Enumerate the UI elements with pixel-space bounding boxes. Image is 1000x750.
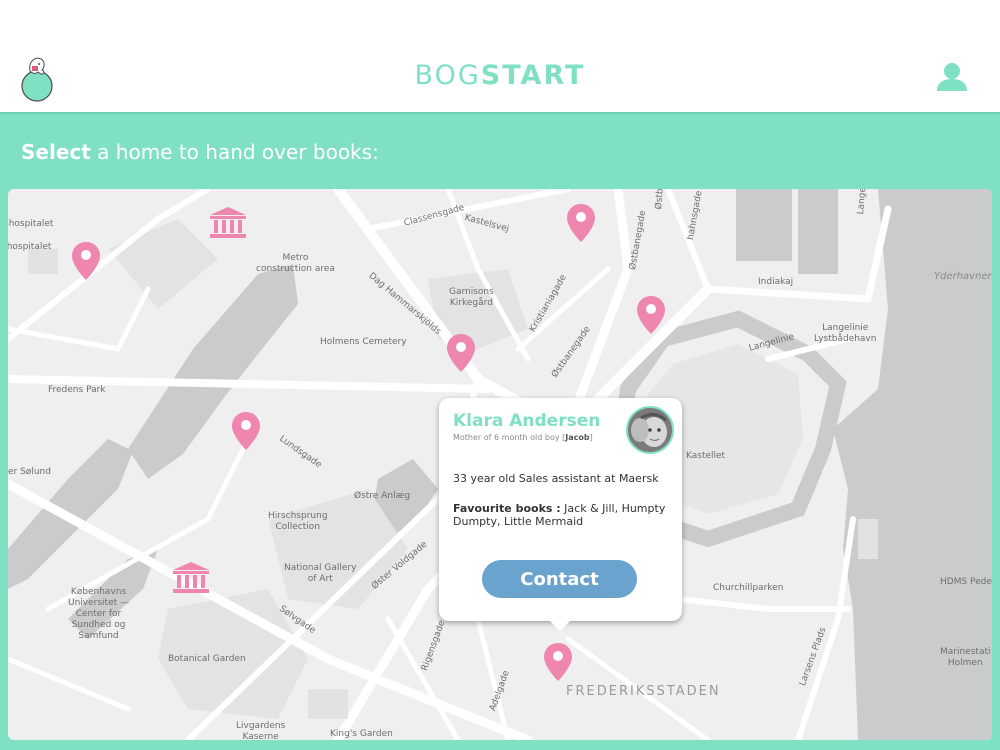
title-bold: START <box>480 60 586 91</box>
museum-icon[interactable] <box>171 561 211 595</box>
label-indiakaj: Indiakaj <box>758 277 794 287</box>
label-national-gallery: National Gallery of Art <box>284 563 357 584</box>
app-header: BOGSTART <box>0 0 1000 114</box>
label-kings: King's Garden <box>330 729 393 739</box>
label-kobenhavns: Københavns Universitet — Center for Sund… <box>68 587 130 641</box>
home-pin-icon[interactable] <box>71 241 101 281</box>
label-ostre-anlaeg: Østre Anlæg <box>354 491 411 501</box>
label-livgardens: Livgardens Kaserne <box>236 721 286 740</box>
label-hospital1: shospitalet <box>8 219 54 229</box>
select-home-prompt: Select a home to hand over books: <box>21 140 379 164</box>
favourite-books-label: Favourite books : <box>453 502 561 515</box>
label-marinestation: Marinestati Holmen <box>940 647 991 668</box>
label-yderhavnen: Yderhavnen <box>934 271 992 282</box>
home-pin-icon[interactable] <box>636 295 666 335</box>
host-subtitle: Mother of 6 month old boy [Jacob] <box>453 433 593 442</box>
host-info-popup: Klara Andersen Mother of 6 month old boy… <box>439 398 682 621</box>
museum-icon[interactable] <box>208 206 248 240</box>
title-light: BOG <box>414 60 481 91</box>
host-subtitle-prefix: Mother of 6 month old boy [ <box>453 433 566 442</box>
user-icon[interactable] <box>934 60 970 94</box>
label-metro: Metro construction area <box>256 253 335 274</box>
label-churchill: Churchillparken <box>713 583 784 593</box>
label-fredens: Fredens Park <box>48 385 106 395</box>
label-botanical: Botanical Garden <box>168 654 246 664</box>
home-pin-icon[interactable] <box>231 411 261 451</box>
label-soelund: er Sølund <box>8 467 51 477</box>
selected-home-pin-icon[interactable] <box>543 642 573 682</box>
prompt-rest: a home to hand over books: <box>90 140 379 164</box>
label-langelinie: Langelinie Lystbådehavn <box>814 323 877 344</box>
host-child-name: Jacob <box>565 433 590 442</box>
app-title: BOGSTART <box>0 60 1000 91</box>
host-occupation: 33 year old Sales assistant at Maersk <box>453 472 659 485</box>
popup-pointer <box>548 619 572 631</box>
host-subtitle-suffix: ] <box>589 433 593 442</box>
host-avatar <box>626 406 674 454</box>
contact-button[interactable]: Contact <box>482 560 637 598</box>
label-hirschsprung: Hirschsprung Collection <box>268 511 328 532</box>
label-hdms: HDMS Pede <box>940 577 992 587</box>
label-frederiksstaden: FREDERIKSSTADEN <box>566 684 721 699</box>
home-pin-icon[interactable] <box>446 333 476 373</box>
home-pin-icon[interactable] <box>566 203 596 243</box>
label-holmens: Holmens Cemetery <box>320 337 407 347</box>
label-garnisons: Garnisons Kirkegård <box>449 287 494 308</box>
label-hospital2: shospitalet <box>8 242 52 252</box>
label-kastellet: Kastellet <box>686 451 726 461</box>
host-favourite-books: Favourite books : Jack & Jill, Humpty Du… <box>453 502 668 528</box>
host-name: Klara Andersen <box>453 411 601 431</box>
prompt-bold: Select <box>21 140 91 164</box>
baby-photo-icon <box>628 408 672 452</box>
